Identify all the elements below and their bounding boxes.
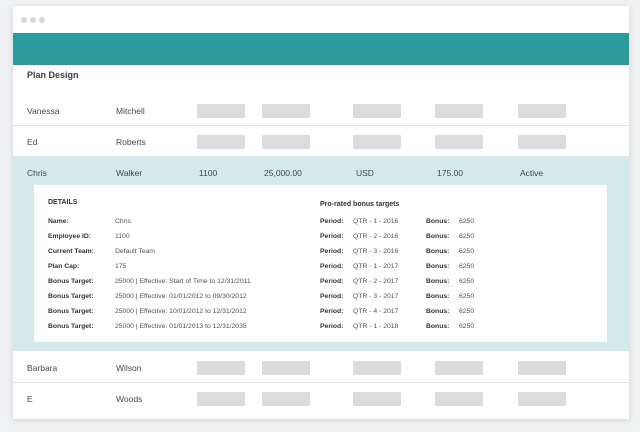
- detail-label: Employee ID:: [48, 233, 92, 240]
- window-close-icon[interactable]: [21, 17, 27, 23]
- bonus-label: Bonus:: [426, 233, 450, 240]
- placeholder-block: [197, 361, 245, 375]
- details-title: DETAILS: [48, 199, 78, 206]
- placeholder-block: [518, 104, 566, 118]
- placeholder-block: [435, 392, 483, 406]
- detail-value: 25000 | Effective: 01/01/2012 to 09/30/2…: [115, 293, 247, 300]
- placeholder-block: [435, 135, 483, 149]
- first-name-cell: Chris: [27, 168, 47, 178]
- period-value: QTR - 2 - 2017: [353, 278, 399, 285]
- last-name-cell: Woods: [116, 394, 143, 404]
- detail-value: 1100: [115, 233, 130, 240]
- window-titlebar: [13, 6, 629, 33]
- bonus-value: 6250: [459, 233, 475, 240]
- placeholder-block: [262, 361, 310, 375]
- app-window: Plan Design Vanessa Mitchell Ed Roberts …: [13, 6, 629, 419]
- placeholder-block: [197, 392, 245, 406]
- status-cell: Active: [520, 168, 544, 178]
- period-value: QTR - 1 - 2017: [353, 263, 399, 270]
- table-row[interactable]: Ed Roberts: [13, 126, 629, 157]
- placeholder-block: [197, 104, 245, 118]
- table-row[interactable]: Vanessa Mitchell: [13, 95, 629, 126]
- header-band: [13, 33, 629, 65]
- prorated-title: Pro-rated bonus targets: [320, 201, 400, 208]
- employee-id-cell: 1100: [199, 168, 218, 178]
- placeholder-block: [197, 135, 245, 149]
- bonus-value: 6250: [459, 293, 475, 300]
- placeholder-block: [262, 135, 310, 149]
- period-label: Period:: [320, 263, 344, 270]
- details-panel: DETAILS Name: Chris Employee ID: 1100 Cu…: [34, 185, 607, 342]
- placeholder-block: [353, 135, 401, 149]
- placeholder-block: [518, 135, 566, 149]
- table-row[interactable]: Barbara Wilson: [13, 352, 629, 383]
- period-label: Period:: [320, 278, 344, 285]
- last-name-cell: Wilson: [116, 363, 142, 373]
- bonus-cell: 175.00: [437, 168, 463, 178]
- last-name-cell: Mitchell: [116, 106, 145, 116]
- period-label: Period:: [320, 233, 344, 240]
- period-value: QTR - 1 - 2018: [353, 323, 399, 330]
- bonus-value: 6250: [459, 248, 475, 255]
- bonus-label: Bonus:: [426, 323, 450, 330]
- amount-cell: 25,000.00: [264, 168, 302, 178]
- period-value: QTR - 3 - 2016: [353, 248, 399, 255]
- bonus-value: 6250: [459, 218, 475, 225]
- period-label: Period:: [320, 248, 344, 255]
- detail-value: 25000 | Effective: 01/01/2013 to 12/31/2…: [115, 323, 247, 330]
- period-label: Period:: [320, 323, 344, 330]
- bonus-value: 6250: [459, 263, 475, 270]
- detail-value: 175: [115, 263, 127, 270]
- first-name-cell: Barbara: [27, 363, 58, 373]
- detail-label: Bonus Target:: [48, 293, 94, 300]
- section-title: Plan Design: [27, 70, 79, 80]
- detail-value: Default Team: [115, 248, 155, 255]
- window-maximize-icon[interactable]: [39, 17, 45, 23]
- detail-value: Chris: [115, 218, 131, 225]
- bonus-value: 6250: [459, 323, 475, 330]
- detail-value: 25000 | Effective: Start of Time to 12/3…: [115, 278, 251, 285]
- bonus-label: Bonus:: [426, 308, 450, 315]
- first-name-cell: Vanessa: [27, 106, 60, 116]
- period-label: Period:: [320, 218, 344, 225]
- detail-label: Bonus Target:: [48, 323, 94, 330]
- period-value: QTR - 2 - 2016: [353, 233, 399, 240]
- window-minimize-icon[interactable]: [30, 17, 36, 23]
- first-name-cell: Ed: [27, 137, 38, 147]
- bonus-label: Bonus:: [426, 293, 450, 300]
- detail-label: Bonus Target:: [48, 278, 94, 285]
- placeholder-block: [353, 361, 401, 375]
- period-label: Period:: [320, 293, 344, 300]
- detail-label: Current Team:: [48, 248, 94, 255]
- period-label: Period:: [320, 308, 344, 315]
- table-row[interactable]: E Woods: [13, 383, 629, 414]
- detail-label: Name:: [48, 218, 69, 225]
- bonus-label: Bonus:: [426, 218, 450, 225]
- expanded-table-row[interactable]: Chris Walker 1100 25,000.00 USD 175.00 A…: [13, 157, 629, 351]
- detail-label: Plan Cap:: [48, 263, 80, 270]
- bonus-label: Bonus:: [426, 278, 450, 285]
- placeholder-block: [435, 361, 483, 375]
- period-value: QTR - 3 - 2017: [353, 293, 399, 300]
- currency-cell: USD: [356, 168, 374, 178]
- placeholder-block: [518, 361, 566, 375]
- placeholder-block: [353, 392, 401, 406]
- period-value: QTR - 4 - 2017: [353, 308, 399, 315]
- placeholder-block: [262, 392, 310, 406]
- bonus-label: Bonus:: [426, 263, 450, 270]
- bonus-label: Bonus:: [426, 248, 450, 255]
- last-name-cell: Walker: [116, 168, 143, 178]
- bonus-value: 6250: [459, 308, 475, 315]
- placeholder-block: [518, 392, 566, 406]
- detail-label: Bonus Target:: [48, 308, 94, 315]
- detail-value: 25000 | Effective: 10/01/2012 to 12/31/2…: [115, 308, 247, 315]
- period-value: QTR - 1 - 2016: [353, 218, 399, 225]
- placeholder-block: [435, 104, 483, 118]
- bonus-value: 6250: [459, 278, 475, 285]
- placeholder-block: [262, 104, 310, 118]
- placeholder-block: [353, 104, 401, 118]
- last-name-cell: Roberts: [116, 137, 146, 147]
- first-name-cell: E: [27, 394, 33, 404]
